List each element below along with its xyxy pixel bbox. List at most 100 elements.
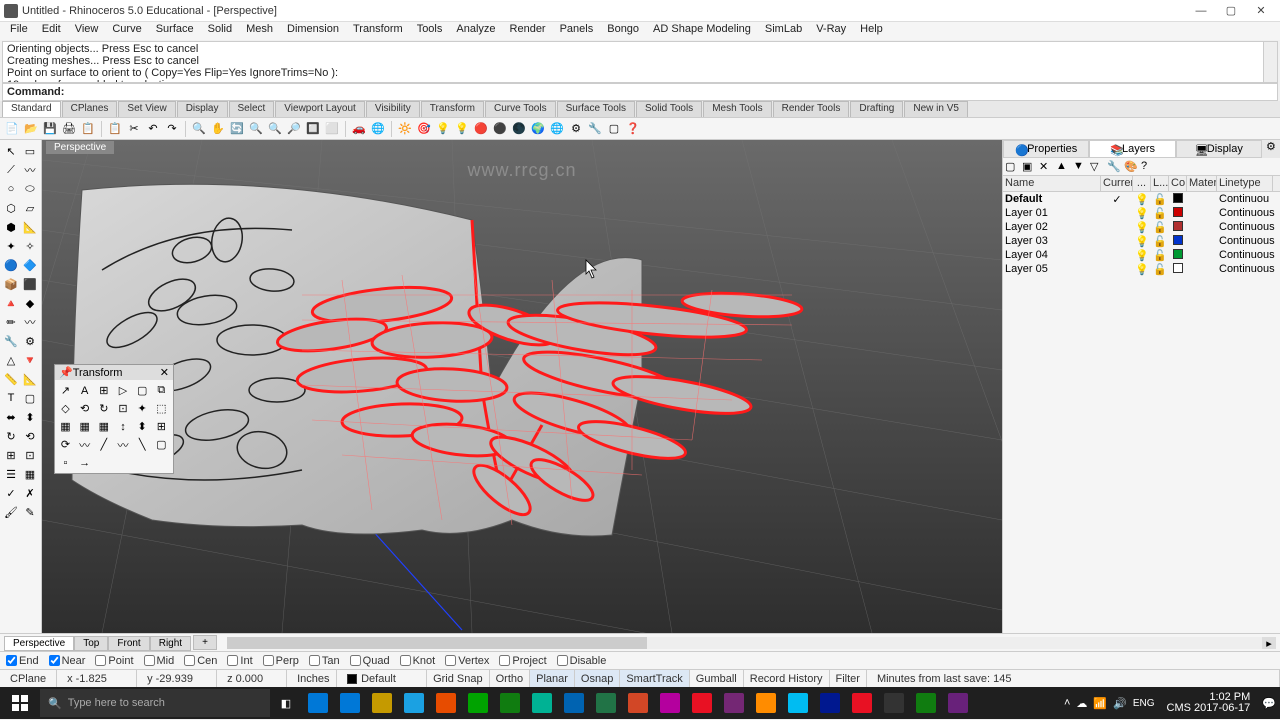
toolbar-tab-display[interactable]: Display — [177, 101, 228, 117]
status-toggle-record-history[interactable]: Record History — [744, 670, 830, 687]
window-close-button[interactable]: ✕ — [1246, 4, 1276, 17]
menu-view[interactable]: View — [69, 22, 105, 40]
side-tool-19-0[interactable]: 🖌 — [2, 503, 20, 521]
transform-tool-2[interactable]: ⊞ — [95, 382, 112, 399]
menu-analyze[interactable]: Analyze — [450, 22, 501, 40]
view-tab-front[interactable]: Front — [108, 636, 149, 651]
status-toggle-filter[interactable]: Filter — [830, 670, 867, 687]
layer-row[interactable]: Layer 05💡🔓Continuous — [1003, 262, 1280, 276]
tray-wifi-icon[interactable]: 📶 — [1093, 697, 1107, 710]
menu-mesh[interactable]: Mesh — [240, 22, 279, 40]
toolbar-button-6[interactable]: ✂ — [126, 121, 142, 137]
toolbar-button-30[interactable]: ▢ — [606, 121, 622, 137]
transform-tool-25[interactable]: → — [76, 454, 93, 471]
help-icon[interactable]: ? — [1141, 160, 1155, 174]
transform-tool-11[interactable]: ⬚ — [153, 400, 170, 417]
side-tool-17-1[interactable]: ▦ — [21, 465, 39, 483]
status-toggle-planar[interactable]: Planar — [530, 670, 575, 687]
toolbar-tab-mesh-tools[interactable]: Mesh Tools — [703, 101, 771, 117]
toolbar-button-11[interactable]: 🔄 — [229, 121, 245, 137]
start-button[interactable] — [0, 695, 40, 711]
new-layer-icon[interactable]: ▢ — [1005, 160, 1019, 174]
side-tool-2-1[interactable]: ⬭ — [21, 180, 39, 198]
taskbar-search[interactable]: 🔍 Type here to search — [40, 689, 270, 717]
toolbar-tab-viewport-layout[interactable]: Viewport Layout — [275, 101, 365, 117]
side-tool-14-1[interactable]: ⬍ — [21, 408, 39, 426]
tools-icon[interactable]: 🔧 — [1107, 160, 1121, 174]
layer-row[interactable]: Layer 01💡🔓Continuous — [1003, 206, 1280, 220]
transform-tool-4[interactable]: ▢ — [134, 382, 151, 399]
toolbar-tab-solid-tools[interactable]: Solid Tools — [636, 101, 702, 117]
menu-panels[interactable]: Panels — [554, 22, 600, 40]
toolbar-tab-curve-tools[interactable]: Curve Tools — [485, 101, 556, 117]
tray-lang[interactable]: ENG — [1133, 698, 1155, 709]
taskbar-app-8[interactable] — [558, 687, 590, 719]
taskbar-app-16[interactable] — [814, 687, 846, 719]
side-tool-12-0[interactable]: 📏 — [2, 370, 20, 388]
osnap-int[interactable]: Int — [227, 655, 252, 667]
side-tool-7-1[interactable]: ⬛ — [21, 275, 39, 293]
toolbar-button-8[interactable]: ↷ — [164, 121, 180, 137]
taskbar-app-4[interactable] — [430, 687, 462, 719]
side-tool-19-1[interactable]: ✎ — [21, 503, 39, 521]
transform-panel-header[interactable]: 📌 Transform ✕ — [55, 365, 173, 380]
layers-list[interactable]: Default✓💡🔓ContinuouLayer 01💡🔓ContinuousL… — [1003, 192, 1280, 276]
status-toggle-grid-snap[interactable]: Grid Snap — [427, 670, 490, 687]
side-tool-6-1[interactable]: 🔷 — [21, 256, 39, 274]
toolbar-tab-standard[interactable]: Standard — [2, 101, 61, 117]
toolbar-tab-select[interactable]: Select — [229, 101, 275, 117]
system-tray[interactable]: ˄ ☁ 📶 🔊 ENG 1:02 PM CMS 2017-06-17 💬 — [1060, 692, 1280, 714]
taskbar-app-5[interactable] — [462, 687, 494, 719]
osnap-cen[interactable]: Cen — [184, 655, 217, 667]
side-tool-5-1[interactable]: ✧ — [21, 237, 39, 255]
taskbar-app-0[interactable] — [302, 687, 334, 719]
layer-row[interactable]: Layer 02💡🔓Continuous — [1003, 220, 1280, 234]
toolbar-button-5[interactable]: 📋 — [107, 121, 123, 137]
menu-v-ray[interactable]: V-Ray — [810, 22, 852, 40]
side-tool-8-1[interactable]: ◆ — [21, 294, 39, 312]
side-tool-4-1[interactable]: 📐 — [21, 218, 39, 236]
taskbar-app-11[interactable] — [654, 687, 686, 719]
toolbar-button-2[interactable]: 💾 — [42, 121, 58, 137]
transform-tool-0[interactable]: ↗ — [57, 382, 74, 399]
horizontal-scrollbar[interactable]: ▸ — [227, 637, 1276, 649]
history-scrollbar[interactable] — [1263, 42, 1277, 82]
move-up-icon[interactable]: ▲ — [1056, 160, 1070, 174]
toolbar-button-13[interactable]: 🔍 — [267, 121, 283, 137]
viewport[interactable]: Perspective www.rrcg.cn — [42, 140, 1002, 633]
taskbar-app-1[interactable] — [334, 687, 366, 719]
status-toggle-osnap[interactable]: Osnap — [575, 670, 620, 687]
window-minimize-button[interactable]: — — [1186, 5, 1216, 17]
side-tool-10-0[interactable]: 🔧 — [2, 332, 20, 350]
menu-file[interactable]: File — [4, 22, 34, 40]
taskbar-app-12[interactable] — [686, 687, 718, 719]
osnap-quad[interactable]: Quad — [350, 655, 390, 667]
toolbar-button-4[interactable]: 📋 — [80, 121, 96, 137]
side-tool-5-0[interactable]: ✦ — [2, 237, 20, 255]
view-tab-top[interactable]: Top — [74, 636, 108, 651]
osnap-project[interactable]: Project — [499, 655, 546, 667]
taskbar-app-17[interactable] — [846, 687, 878, 719]
transform-tool-18[interactable]: ⟳ — [57, 436, 74, 453]
side-tool-13-0[interactable]: T — [2, 389, 20, 407]
toolbar-button-1[interactable]: 📂 — [23, 121, 39, 137]
side-tool-13-1[interactable]: ▢ — [21, 389, 39, 407]
status-toggle-smarttrack[interactable]: SmartTrack — [620, 670, 689, 687]
osnap-end[interactable]: End — [6, 655, 39, 667]
menu-transform[interactable]: Transform — [347, 22, 409, 40]
notifications-icon[interactable]: 💬 — [1262, 697, 1276, 710]
side-tool-11-0[interactable]: △ — [2, 351, 20, 369]
menu-bongo[interactable]: Bongo — [601, 22, 645, 40]
side-tool-3-0[interactable]: ⬡ — [2, 199, 20, 217]
taskbar-app-19[interactable] — [910, 687, 942, 719]
menu-solid[interactable]: Solid — [202, 22, 238, 40]
osnap-vertex[interactable]: Vertex — [445, 655, 489, 667]
toolbar-button-16[interactable]: ⬜ — [324, 121, 340, 137]
viewport-title[interactable]: Perspective — [46, 141, 114, 154]
toolbar-button-28[interactable]: ⚙ — [568, 121, 584, 137]
side-tool-17-0[interactable]: ☰ — [2, 465, 20, 483]
command-input[interactable] — [68, 86, 1273, 98]
osnap-disable[interactable]: Disable — [557, 655, 607, 667]
delete-layer-icon[interactable]: ✕ — [1039, 160, 1053, 174]
transform-tool-23[interactable]: ▢ — [153, 436, 170, 453]
